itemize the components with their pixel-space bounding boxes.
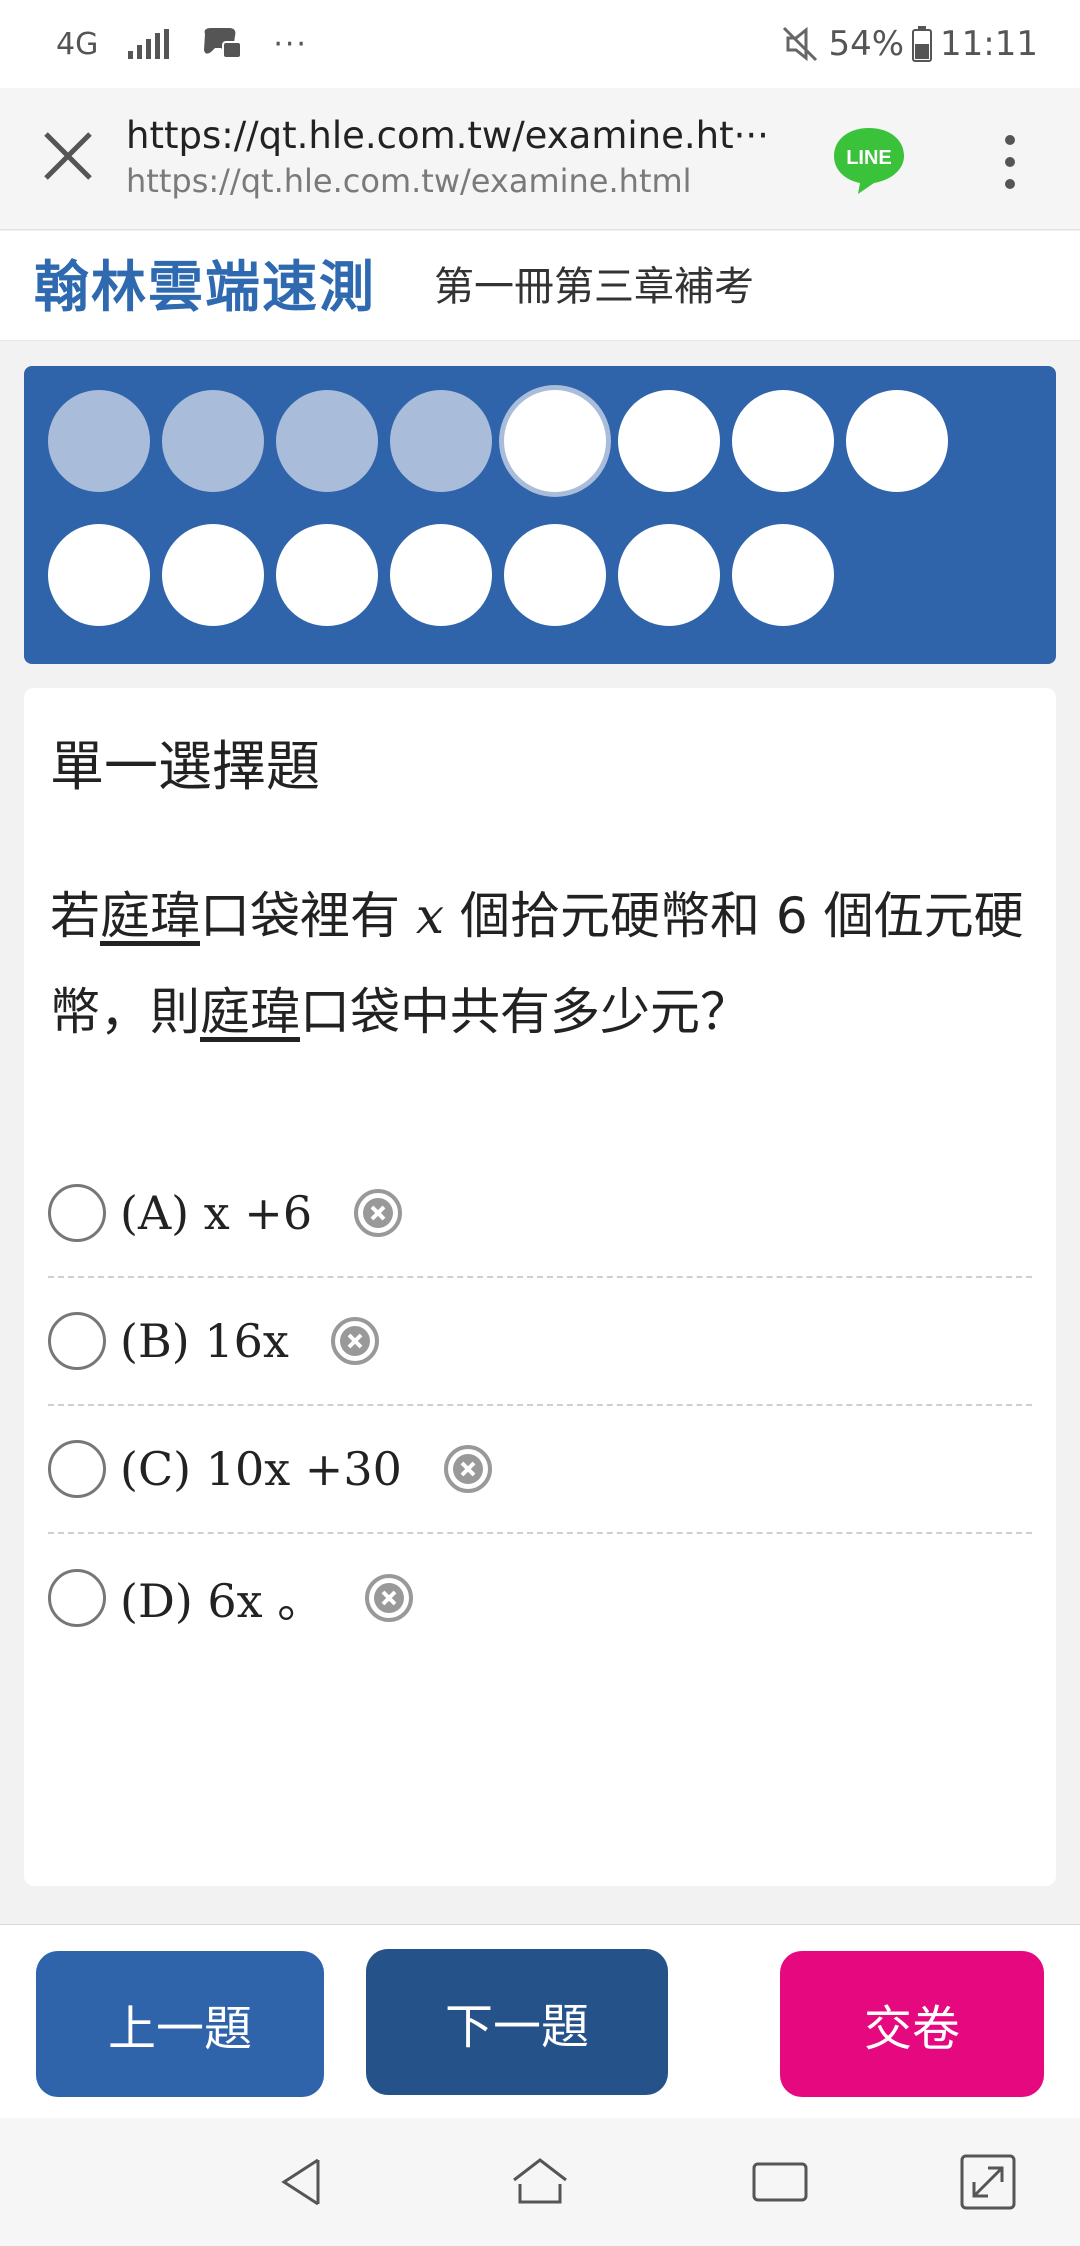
status-bar: 4G ··· 54% 11:11 (0, 0, 1080, 88)
stem-part: 口袋裡有 (200, 887, 400, 945)
clock: 11:11 (940, 24, 1038, 64)
mute-icon (783, 26, 818, 62)
line-label: LINE (846, 147, 892, 169)
option-label: (C) 10x +30 (120, 1442, 402, 1496)
url-display[interactable]: https://qt.hle.com.tw/examine.ht··· http… (126, 112, 766, 202)
question-dot-9[interactable] (48, 524, 150, 626)
stem-part: 口袋中共有多少元？ (300, 983, 750, 1041)
question-dot-11[interactable] (276, 524, 378, 626)
site-header: 翰林雲端速測 第一冊第三章補考 (0, 231, 1080, 341)
question-dot-4[interactable] (390, 390, 492, 492)
option-d[interactable]: (D) 6x 。 (48, 1534, 1032, 1662)
battery-percent: 54% (828, 24, 905, 64)
question-dot-14[interactable] (618, 524, 720, 626)
eliminate-icon[interactable] (352, 1187, 404, 1239)
recent-apps-icon[interactable] (748, 2150, 812, 2214)
back-icon[interactable] (270, 2150, 334, 2214)
option-a[interactable]: (A) x +6 (48, 1150, 1032, 1278)
question-dot-5[interactable] (504, 390, 606, 492)
brand-logo: 翰林雲端速測 (34, 255, 377, 319)
question-type: 單一選擇題 (50, 735, 320, 798)
action-bar: 上一題 下一題 交卷 (0, 1924, 1080, 2118)
game-controller-icon (204, 28, 243, 59)
status-left: 4G ··· (56, 0, 308, 88)
question-dot-13[interactable] (504, 524, 606, 626)
question-dot-8[interactable] (846, 390, 948, 492)
prev-question-button[interactable]: 上一題 (36, 1951, 324, 2097)
question-dot-1[interactable] (48, 390, 150, 492)
question-navigator (24, 366, 1056, 664)
url-bar: https://qt.hle.com.tw/examine.ht··· http… (0, 88, 1080, 230)
system-nav-bar (0, 2118, 1080, 2246)
question-dot-6[interactable] (618, 390, 720, 492)
submit-exam-button[interactable]: 交卷 (780, 1951, 1044, 2097)
page-url-title: https://qt.hle.com.tw/examine.ht··· (126, 114, 766, 157)
option-label: (B) 16x (120, 1314, 289, 1368)
question-dot-12[interactable] (390, 524, 492, 626)
signal-icon (128, 29, 170, 59)
question-stem: 若庭瑋口袋裡有 x 個拾元硬幣和 6 個伍元硬幣，則庭瑋口袋中共有多少元？ (50, 868, 1030, 1060)
exam-title: 第一冊第三章補考 (434, 264, 754, 310)
status-right: 54% 11:11 (780, 0, 1038, 88)
eliminate-icon[interactable] (329, 1315, 381, 1367)
option-radio[interactable] (48, 1440, 106, 1498)
question-dot-10[interactable] (162, 524, 264, 626)
page-url: https://qt.hle.com.tw/examine.html (126, 162, 692, 200)
question-dot-7[interactable] (732, 390, 834, 492)
stem-variable: x (415, 887, 445, 945)
eliminate-icon[interactable] (363, 1572, 415, 1624)
battery-icon (912, 26, 933, 62)
option-radio[interactable] (48, 1184, 106, 1242)
question-dot-15[interactable] (732, 524, 834, 626)
network-type: 4G (56, 26, 99, 62)
more-menu-icon[interactable] (986, 130, 1034, 194)
question-dot-3[interactable] (276, 390, 378, 492)
question-dot-2[interactable] (162, 390, 264, 492)
expand-icon[interactable] (956, 2150, 1020, 2214)
next-question-button[interactable]: 下一題 (366, 1949, 668, 2095)
stem-part: 若 (50, 887, 100, 945)
more-notifications: ··· (273, 26, 308, 62)
close-icon[interactable] (36, 124, 100, 188)
option-label: (D) 6x 。 (120, 1574, 324, 1628)
question-card: 單一選擇題 若庭瑋口袋裡有 x 個拾元硬幣和 6 個伍元硬幣，則庭瑋口袋中共有多… (24, 688, 1056, 1886)
line-share-icon[interactable]: LINE (830, 124, 908, 196)
option-radio[interactable] (48, 1312, 106, 1370)
stem-name: 庭瑋 (200, 983, 300, 1041)
option-radio[interactable] (48, 1569, 106, 1627)
option-b[interactable]: (B) 16x (48, 1278, 1032, 1406)
eliminate-icon[interactable] (442, 1443, 494, 1495)
option-label: (A) x +6 (120, 1186, 313, 1240)
stem-name: 庭瑋 (100, 887, 200, 945)
option-c[interactable]: (C) 10x +30 (48, 1406, 1032, 1534)
home-icon[interactable] (508, 2150, 572, 2214)
